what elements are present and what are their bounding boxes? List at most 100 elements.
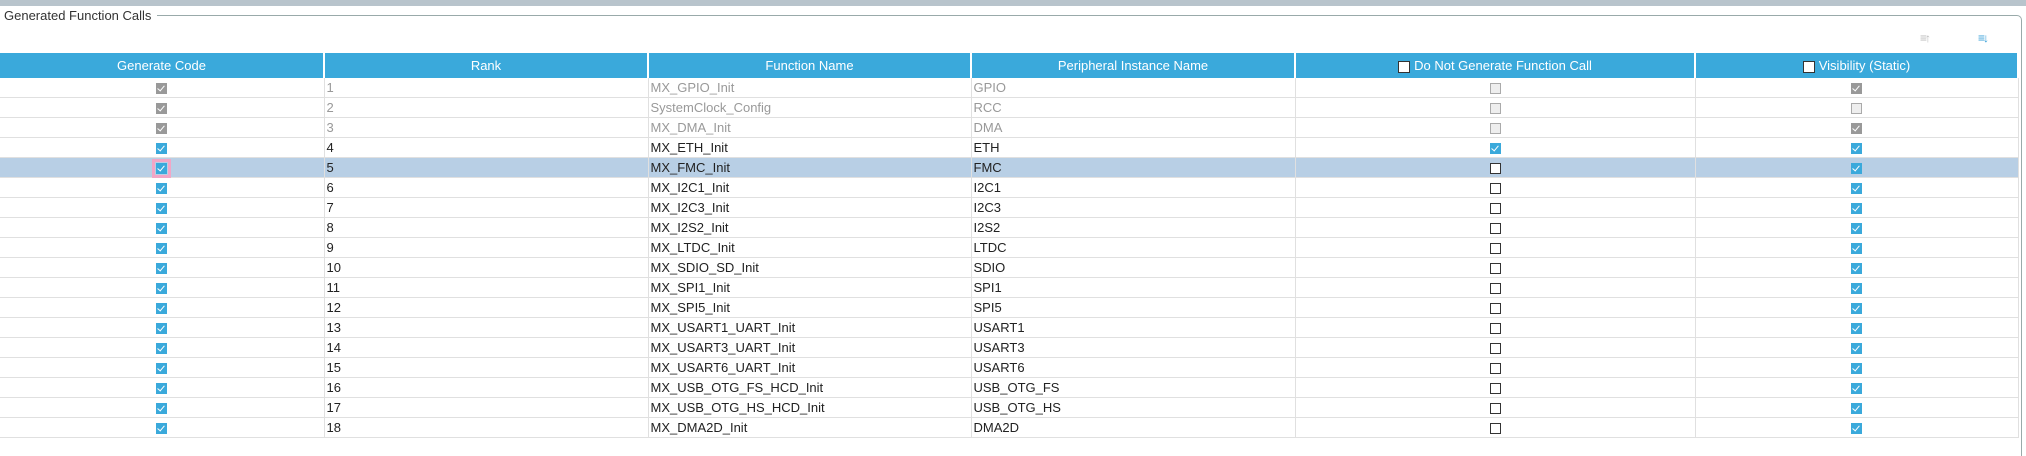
do-not-generate-checkbox[interactable] bbox=[1489, 303, 1501, 315]
visibility-checkbox[interactable] bbox=[1851, 363, 1862, 375]
do-not-generate-checkbox[interactable] bbox=[1489, 143, 1501, 155]
generate-code-checkbox[interactable] bbox=[152, 159, 172, 179]
table-row[interactable]: 6 MX_I2C1_Init I2C1 bbox=[0, 177, 2019, 198]
table-row[interactable]: 17 MX_USB_OTG_HS_HCD_Init USB_OTG_HS bbox=[0, 397, 2019, 418]
do-not-generate-cell bbox=[1295, 78, 1696, 98]
generate-code-checkbox[interactable] bbox=[156, 243, 168, 255]
table-row[interactable]: 15 MX_USART6_UART_Init USART6 bbox=[0, 357, 2019, 378]
do-not-generate-checkbox[interactable] bbox=[1489, 323, 1501, 335]
generate-code-checkbox[interactable] bbox=[156, 283, 168, 295]
column-generate-code[interactable]: Generate Code bbox=[0, 53, 325, 78]
table-row[interactable]: 3 MX_DMA_Init DMA bbox=[0, 117, 2019, 138]
do-not-generate-checkbox[interactable] bbox=[1489, 163, 1501, 175]
visibility-checkbox[interactable] bbox=[1851, 203, 1862, 215]
generate-code-cell bbox=[0, 78, 325, 98]
visibility-checkbox[interactable] bbox=[1851, 243, 1862, 255]
peripheral-name-cell: USB_OTG_HS bbox=[971, 397, 1296, 418]
visibility-checkbox[interactable] bbox=[1851, 343, 1862, 355]
generate-code-checkbox[interactable] bbox=[156, 323, 168, 335]
generate-code-cell bbox=[0, 377, 325, 398]
column-visibility[interactable]: Visibility (Static) bbox=[1695, 53, 2019, 78]
function-name-cell: MX_USART6_UART_Init bbox=[648, 357, 972, 378]
table-row[interactable]: 18 MX_DMA2D_Init DMA2D bbox=[0, 417, 2019, 438]
do-not-generate-checkbox[interactable] bbox=[1489, 383, 1501, 395]
generate-code-checkbox[interactable] bbox=[156, 423, 168, 435]
table-row[interactable]: 14 MX_USART3_UART_Init USART3 bbox=[0, 337, 2019, 358]
column-rank[interactable]: Rank bbox=[324, 53, 649, 78]
table-row[interactable]: 11 MX_SPI1_Init SPI1 bbox=[0, 277, 2019, 298]
generate-code-cell bbox=[0, 397, 325, 418]
generate-code-checkbox[interactable] bbox=[156, 183, 168, 195]
do-not-generate-checkbox[interactable] bbox=[1489, 283, 1501, 295]
column-function-name[interactable]: Function Name bbox=[648, 53, 972, 78]
visibility-cell bbox=[1695, 277, 2019, 298]
do-not-generate-checkbox[interactable] bbox=[1489, 203, 1501, 215]
generate-code-checkbox bbox=[156, 123, 168, 135]
peripheral-name-cell: ETH bbox=[971, 137, 1296, 158]
do-not-generate-checkbox[interactable] bbox=[1489, 403, 1501, 415]
visibility-checkbox[interactable] bbox=[1851, 423, 1862, 435]
visibility-cell bbox=[1695, 337, 2019, 358]
function-name-cell: SystemClock_Config bbox=[648, 97, 972, 118]
peripheral-name-cell: RCC bbox=[971, 97, 1296, 118]
visibility-checkbox[interactable] bbox=[1851, 283, 1862, 295]
function-name-cell: MX_I2C3_Init bbox=[648, 197, 972, 218]
do-not-generate-cell bbox=[1295, 257, 1696, 278]
visibility-cell bbox=[1695, 317, 2019, 338]
visibility-checkbox[interactable] bbox=[1851, 143, 1862, 155]
table-row[interactable]: 2 SystemClock_Config RCC bbox=[0, 97, 2019, 118]
generate-code-cell bbox=[0, 357, 325, 378]
table-row[interactable]: 8 MX_I2S2_Init I2S2 bbox=[0, 217, 2019, 238]
generate-code-checkbox[interactable] bbox=[156, 343, 168, 355]
sort-ascending-icon[interactable]: ≡↑ bbox=[1920, 31, 1931, 45]
generate-code-checkbox[interactable] bbox=[156, 203, 168, 215]
do-not-generate-checkbox[interactable] bbox=[1489, 263, 1501, 275]
do-not-generate-cell bbox=[1295, 157, 1696, 178]
do-not-generate-checkbox[interactable] bbox=[1489, 243, 1501, 255]
generate-code-checkbox[interactable] bbox=[156, 223, 168, 235]
do-not-generate-cell bbox=[1295, 137, 1696, 158]
visibility-cell bbox=[1695, 297, 2019, 318]
generate-code-cell bbox=[0, 197, 325, 218]
sort-descending-icon[interactable]: ≡↓ bbox=[1978, 31, 1989, 45]
rank-cell: 5 bbox=[324, 157, 649, 178]
generate-code-checkbox[interactable] bbox=[156, 403, 168, 415]
column-peripheral-instance-name[interactable]: Peripheral Instance Name bbox=[971, 53, 1296, 78]
do-not-generate-checkbox[interactable] bbox=[1489, 343, 1501, 355]
generate-code-checkbox[interactable] bbox=[156, 303, 168, 315]
rank-cell: 9 bbox=[324, 237, 649, 258]
do-not-generate-checkbox[interactable] bbox=[1489, 423, 1501, 435]
do-not-generate-checkbox[interactable] bbox=[1489, 223, 1501, 235]
table-row[interactable]: 16 MX_USB_OTG_FS_HCD_Init USB_OTG_FS bbox=[0, 377, 2019, 398]
peripheral-name-cell: DMA2D bbox=[971, 417, 1296, 438]
table-row[interactable]: 10 MX_SDIO_SD_Init SDIO bbox=[0, 257, 2019, 278]
column-do-not-generate[interactable]: Do Not Generate Function Call bbox=[1295, 53, 1696, 78]
do-not-generate-checkbox[interactable] bbox=[1489, 363, 1501, 375]
table-row[interactable]: 4 MX_ETH_Init ETH bbox=[0, 137, 2019, 158]
table-row[interactable]: 1 MX_GPIO_Init GPIO bbox=[0, 78, 2019, 98]
table-row[interactable]: 12 MX_SPI5_Init SPI5 bbox=[0, 297, 2019, 318]
visibility-checkbox[interactable] bbox=[1851, 383, 1862, 395]
do-not-generate-all-checkbox[interactable] bbox=[1398, 60, 1411, 73]
generate-code-checkbox[interactable] bbox=[156, 263, 168, 275]
table-row[interactable]: 7 MX_I2C3_Init I2C3 bbox=[0, 197, 2019, 218]
table-row[interactable]: 13 MX_USART1_UART_Init USART1 bbox=[0, 317, 2019, 338]
peripheral-name-cell: USB_OTG_FS bbox=[971, 377, 1296, 398]
generate-code-checkbox[interactable] bbox=[156, 383, 168, 395]
visibility-all-checkbox[interactable] bbox=[1802, 60, 1815, 73]
generate-code-checkbox[interactable] bbox=[156, 143, 168, 155]
do-not-generate-checkbox[interactable] bbox=[1489, 183, 1501, 195]
table-row[interactable]: 5 MX_FMC_Init FMC bbox=[0, 157, 2019, 179]
visibility-checkbox[interactable] bbox=[1851, 303, 1862, 315]
column-label: Visibility (Static) bbox=[1818, 58, 1911, 73]
visibility-checkbox[interactable] bbox=[1851, 323, 1862, 335]
visibility-checkbox[interactable] bbox=[1851, 223, 1862, 235]
do-not-generate-cell bbox=[1295, 97, 1696, 118]
visibility-checkbox[interactable] bbox=[1851, 263, 1862, 275]
rank-cell: 10 bbox=[324, 257, 649, 278]
visibility-checkbox[interactable] bbox=[1851, 163, 1862, 175]
visibility-checkbox[interactable] bbox=[1851, 403, 1862, 415]
visibility-checkbox[interactable] bbox=[1851, 183, 1862, 195]
table-row[interactable]: 9 MX_LTDC_Init LTDC bbox=[0, 237, 2019, 258]
generate-code-checkbox[interactable] bbox=[156, 363, 168, 375]
